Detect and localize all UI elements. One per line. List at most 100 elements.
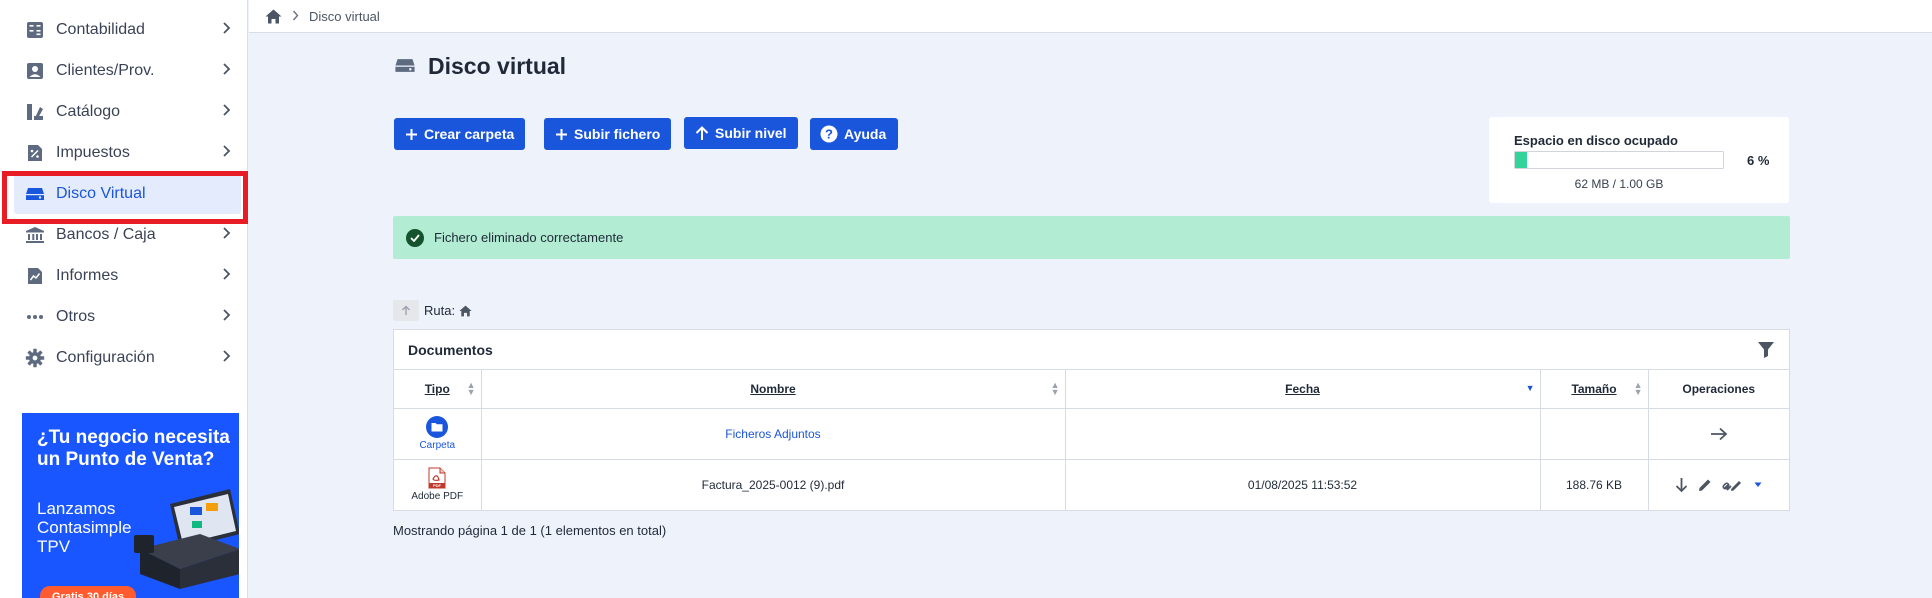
sidebar-item-informes[interactable]: Informes — [0, 255, 247, 296]
sort-icon: ▲ ▼ — [1050, 380, 1060, 397]
column-header-tipo[interactable]: Tipo ▲ ▼ — [394, 370, 482, 409]
column-label: Fecha — [1285, 381, 1320, 396]
breadcrumb-current: Disco virtual — [309, 8, 380, 24]
sort-icon: ▲ ▼ — [1633, 380, 1643, 397]
disk-usage-card: Espacio en disco ocupado 6 % 62 MB / 1.0… — [1489, 117, 1789, 203]
promo-headline: ¿Tu negocio necesita un Punto de Venta? — [37, 427, 230, 470]
help-label: Ayuda — [844, 126, 887, 142]
documents-panel: Documentos Tipo ▲ ▼ Nombre ▲ ▼ Fecha ▼ T… — [393, 329, 1790, 511]
column-label: Tipo — [424, 381, 450, 396]
sidebar-nav: Contabilidad Clientes/Prov. Catálogo Imp… — [0, 0, 247, 378]
main-content: Disco virtual Crear carpeta Subir ficher… — [249, 34, 1932, 598]
cell-nombre: Ficheros Adjuntos — [481, 408, 1066, 460]
alert-message: Fichero eliminado correctamente — [434, 230, 624, 245]
check-circle-icon — [406, 228, 424, 247]
table-row[interactable]: Carpeta Ficheros Adjuntos — [394, 408, 1789, 460]
sort-icon: ▲ ▼ — [466, 380, 476, 397]
success-alert: Fichero eliminado correctamente — [393, 216, 1790, 259]
disk-usage-label: Espacio en disco ocupado — [1514, 133, 1678, 148]
home-icon[interactable] — [459, 305, 472, 317]
create-folder-label: Crear carpeta — [424, 126, 515, 142]
sidebar-item-label: Informes — [56, 266, 119, 284]
upload-file-button[interactable]: Subir fichero — [544, 118, 672, 150]
sidebar-item-label: Otros — [56, 307, 96, 325]
chevron-right-icon — [222, 21, 231, 40]
promo-banner[interactable]: ¿Tu negocio necesita un Punto de Venta? … — [22, 413, 239, 598]
home-icon[interactable] — [265, 9, 282, 24]
sidebar-item-configuracion[interactable]: Configuración — [0, 337, 247, 378]
cell-operaciones — [1648, 459, 1789, 510]
chevron-right-icon — [222, 349, 231, 368]
column-label: Nombre — [750, 381, 796, 396]
disk-usage-bar — [1514, 151, 1724, 169]
type-folder[interactable]: Carpeta — [394, 416, 481, 451]
sidebar-item-disco-virtual[interactable]: Disco Virtual — [14, 173, 241, 214]
sidebar-item-label: Contabilidad — [56, 20, 145, 38]
chevron-right-icon — [292, 9, 299, 24]
type-label: Carpeta — [419, 440, 456, 451]
sidebar-item-label: Bancos / Caja — [56, 225, 156, 243]
caret-down-icon[interactable] — [1754, 482, 1762, 488]
sidebar: Contabilidad Clientes/Prov. Catálogo Imp… — [0, 0, 248, 598]
cell-nombre: Factura_2025-0012 (9).pdf — [481, 459, 1066, 510]
plus-icon — [555, 128, 568, 141]
upload-file-label: Subir fichero — [574, 126, 661, 142]
column-label: Tamaño — [1571, 381, 1617, 396]
cell-operaciones — [1648, 408, 1789, 460]
arrow-right-icon[interactable] — [1710, 427, 1728, 441]
documents-table: Tipo ▲ ▼ Nombre ▲ ▼ Fecha ▼ Tamaño ▲ ▼ O… — [394, 370, 1789, 510]
disk-usage-fill — [1515, 152, 1528, 168]
catalog-icon — [24, 101, 46, 123]
cell-fecha: 01/08/2025 11:53:52 — [1065, 459, 1541, 510]
gear-icon — [24, 347, 46, 369]
bank-icon — [24, 224, 46, 246]
page-title-text: Disco virtual — [428, 53, 567, 79]
pagination-info: Mostrando página 1 de 1 (1 elementos en … — [393, 523, 667, 538]
column-header-fecha[interactable]: Fecha ▼ — [1065, 370, 1541, 409]
link-edit-icon[interactable] — [1722, 478, 1744, 492]
table-row[interactable]: PDF Adobe PDF Factura_2025-0012 (9).pdf … — [394, 459, 1789, 510]
sidebar-item-contabilidad[interactable]: Contabilidad — [0, 9, 247, 50]
edit-icon[interactable] — [1698, 478, 1712, 492]
chevron-right-icon — [222, 308, 231, 327]
column-label: Operaciones — [1682, 381, 1756, 396]
help-button[interactable]: ? Ayuda — [810, 118, 899, 150]
path-label: Ruta: — [424, 303, 456, 318]
path-up-button[interactable] — [393, 300, 419, 321]
disk-icon — [24, 183, 46, 205]
create-folder-button[interactable]: Crear carpeta — [394, 118, 526, 150]
breadcrumb: Disco virtual — [249, 0, 1932, 33]
folder-icon — [426, 416, 449, 438]
pos-terminal-icon — [134, 489, 239, 589]
chevron-right-icon — [222, 226, 231, 245]
up-level-button[interactable]: Subir nivel — [684, 117, 798, 149]
path-bar: Ruta: — [393, 300, 472, 321]
disk-usage-amount: 62 MB / 1.00 GB — [1574, 177, 1664, 191]
chevron-right-icon — [222, 62, 231, 81]
report-icon — [24, 265, 46, 287]
sidebar-item-label: Impuestos — [56, 143, 130, 161]
sidebar-item-otros[interactable]: Otros — [0, 296, 247, 337]
sidebar-item-catalogo[interactable]: Catálogo — [0, 91, 247, 132]
sidebar-item-bancos[interactable]: Bancos / Caja — [0, 214, 247, 255]
sidebar-item-label: Disco Virtual — [56, 184, 146, 202]
sidebar-item-label: Clientes/Prov. — [56, 61, 155, 79]
chevron-right-icon — [222, 267, 231, 286]
column-header-tamano[interactable]: Tamaño ▲ ▼ — [1540, 370, 1649, 409]
download-icon[interactable] — [1675, 477, 1688, 493]
disk-icon — [394, 53, 416, 80]
filter-icon[interactable] — [1757, 341, 1775, 359]
type-label: Adobe PDF — [411, 491, 464, 503]
promo-cta-button[interactable]: Gratis 30 días — [40, 586, 137, 598]
column-header-nombre[interactable]: Nombre ▲ ▼ — [481, 370, 1066, 409]
cell-fecha — [1065, 408, 1541, 460]
sort-desc-icon: ▼ — [1525, 383, 1535, 393]
sidebar-item-clientes[interactable]: Clientes/Prov. — [0, 50, 247, 91]
svg-text:?: ? — [825, 127, 833, 142]
folder-link[interactable]: Ficheros Adjuntos — [725, 427, 820, 441]
documents-header: Documentos — [394, 330, 1789, 370]
sidebar-item-label: Configuración — [56, 348, 155, 366]
contact-icon — [24, 60, 46, 82]
chevron-right-icon — [222, 144, 231, 163]
sidebar-item-impuestos[interactable]: Impuestos — [0, 132, 247, 173]
